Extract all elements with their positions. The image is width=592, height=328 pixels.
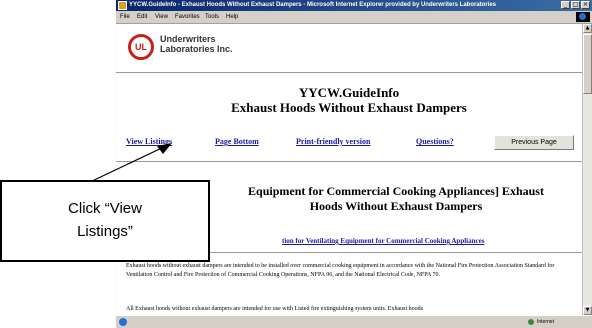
instruction-callout: Click “View Listings”	[0, 180, 210, 262]
callout-arrow-icon	[89, 143, 172, 183]
callout-line2: Listings”	[77, 223, 133, 240]
callout-line1: Click “View	[68, 200, 142, 217]
